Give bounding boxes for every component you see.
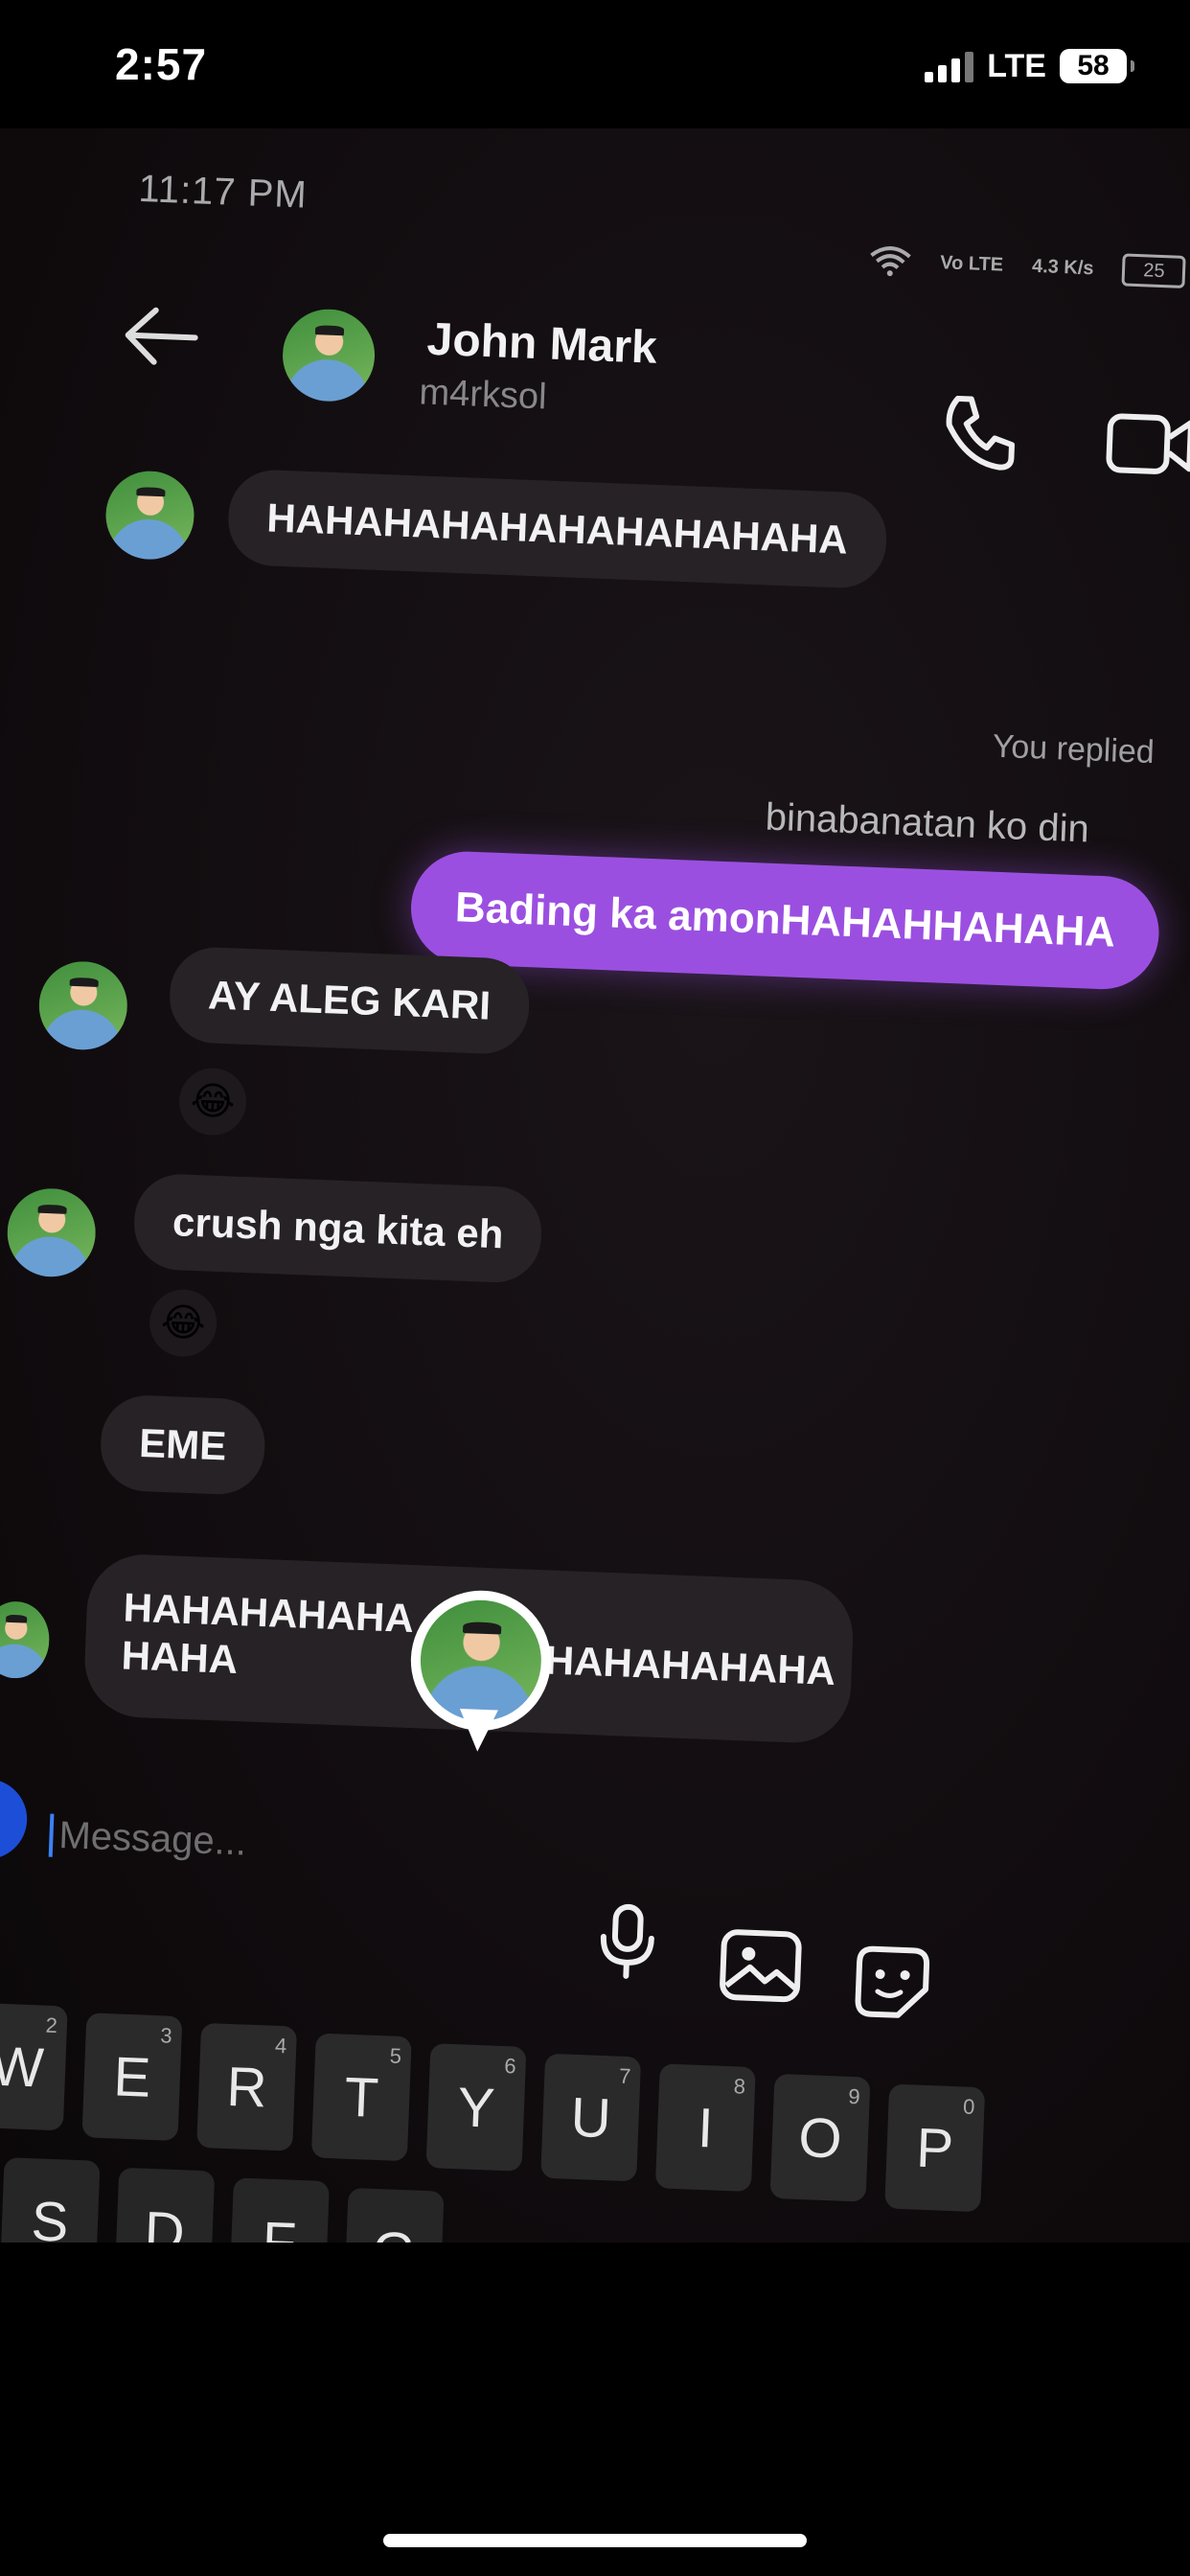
volte-indicator: Vo LTE [939, 252, 1004, 276]
key-g[interactable]: G [343, 2187, 445, 2242]
phone-call-icon[interactable] [938, 390, 1021, 473]
battery-icon: 58 [1060, 49, 1134, 83]
key-d[interactable]: D [114, 2167, 216, 2242]
quoted-message[interactable]: binabanatan ko din [765, 796, 1090, 852]
key-e[interactable]: E3 [81, 2012, 183, 2142]
camera-button[interactable] [0, 1777, 29, 1861]
cellular-signal-icon [925, 50, 974, 82]
contact-name[interactable]: John Mark [426, 313, 658, 375]
outgoing-message[interactable]: Bading ka amonHAHAHHAHAHA [408, 849, 1162, 992]
message-text-line: HAHAHAHAHA [122, 1584, 415, 1642]
contact-avatar[interactable] [281, 307, 377, 403]
key-y[interactable]: Y6 [425, 2043, 527, 2172]
microphone-icon[interactable] [592, 1902, 662, 1982]
incoming-message[interactable]: AY ALEG KARI [168, 945, 531, 1056]
photo-of-phone-screen: 11:17 PM Vo LTE 4.3 K/s 25 John Mark m4r… [0, 128, 1190, 2242]
key-o[interactable]: O9 [769, 2073, 871, 2202]
back-arrow-icon[interactable] [117, 301, 206, 371]
network-type: LTE [987, 47, 1046, 84]
incoming-message[interactable]: HAHAHAHAHAHAHAHAHAHA [226, 468, 888, 590]
inner-status-time: 11:17 PM [137, 167, 309, 217]
key-s[interactable]: S [0, 2157, 101, 2242]
contact-handle: m4rksol [418, 372, 548, 418]
screenshot: 2:57 LTE 58 11:17 PM Vo LTE 4.3 K/s 25 J… [0, 0, 1190, 2576]
key-w[interactable]: W2 [0, 2002, 68, 2131]
net-speed: 4.3 K/s [1031, 255, 1094, 280]
sender-avatar[interactable] [0, 1599, 51, 1680]
reply-label: You replied [992, 727, 1156, 771]
gallery-icon[interactable] [716, 1926, 805, 2006]
status-time: 2:57 [115, 39, 208, 89]
key-i[interactable]: I8 [654, 2063, 756, 2193]
laughing-reaction[interactable]: 😂 [148, 1288, 218, 1358]
wifi-icon [870, 246, 911, 277]
home-indicator[interactable] [383, 2534, 807, 2547]
key-t[interactable]: T5 [310, 2033, 412, 2162]
message-text-line: HAHA [120, 1632, 239, 1683]
message-text-line: HAHAHAHAHA [544, 1637, 836, 1693]
key-r[interactable]: R4 [196, 2022, 298, 2151]
video-call-icon[interactable] [1105, 402, 1190, 487]
status-icons: LTE 58 [925, 44, 1134, 88]
sticker-icon[interactable] [850, 1943, 935, 2022]
seen-indicator-avatar [407, 1588, 554, 1756]
incoming-message[interactable]: crush nga kita eh [132, 1172, 544, 1284]
inner-status-icons: Vo LTE 4.3 K/s 25 [869, 243, 1187, 288]
key-u[interactable]: U7 [540, 2053, 642, 2182]
keyboard-row-1: W2E3R4T5Y6U7I8O9P0 [0, 2002, 1157, 2213]
incoming-message[interactable]: EME [99, 1393, 267, 1496]
sender-avatar[interactable] [37, 959, 129, 1052]
sender-avatar[interactable] [103, 469, 196, 562]
laughing-reaction[interactable]: 😂 [177, 1067, 248, 1137]
key-f[interactable]: F [228, 2177, 330, 2242]
messenger-chat: 11:17 PM Vo LTE 4.3 K/s 25 John Mark m4r… [0, 128, 1190, 2242]
inner-battery-icon: 25 [1121, 253, 1187, 288]
sender-avatar[interactable] [5, 1186, 98, 1278]
message-input[interactable]: Message... [48, 1813, 247, 1865]
